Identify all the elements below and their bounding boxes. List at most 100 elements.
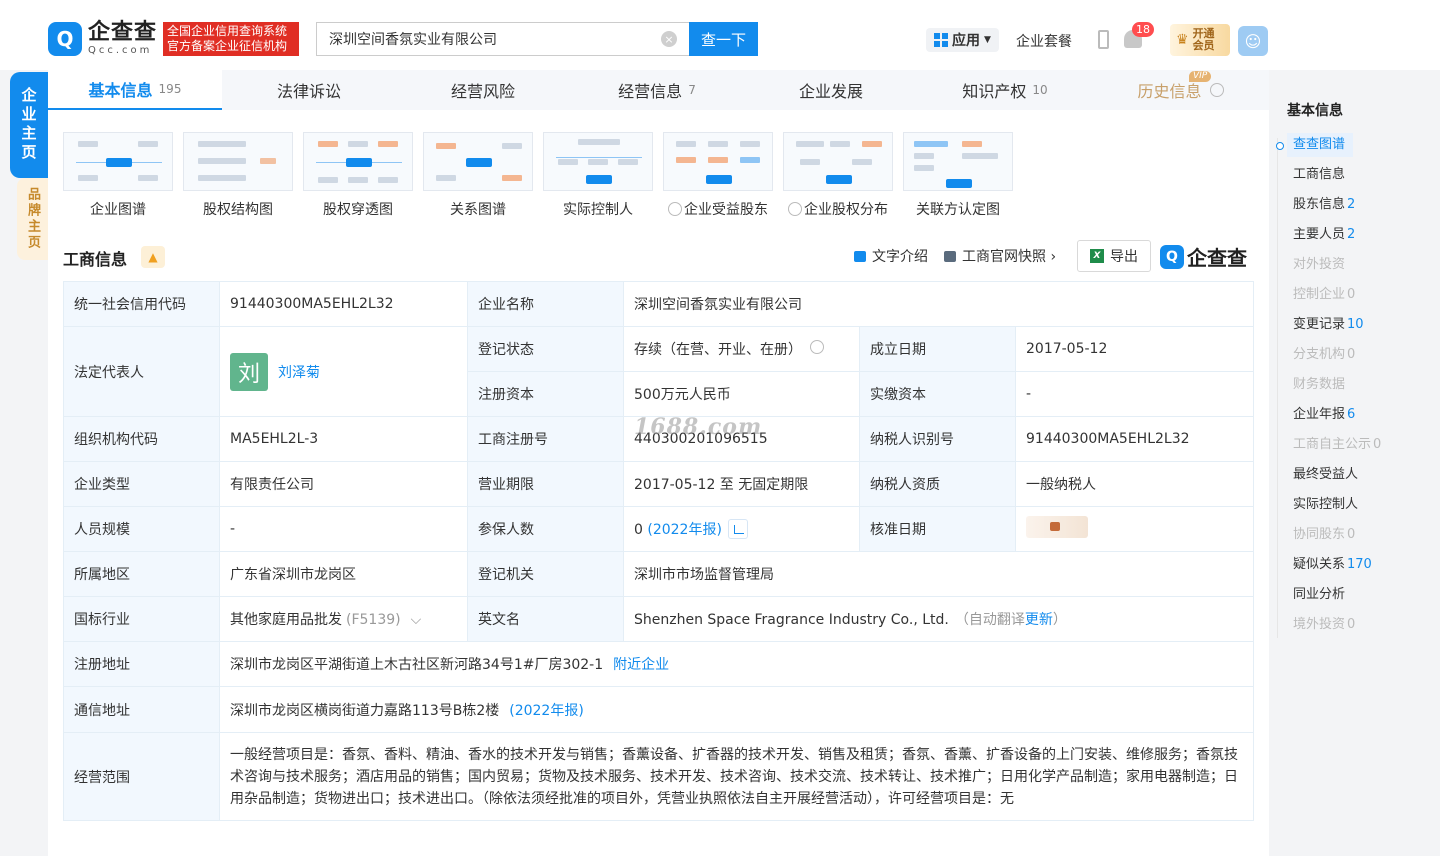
taxpayer-id-value: 91440300MA5EHL2L32 — [1015, 416, 1254, 462]
search-input[interactable]: 深圳空间香氛实业有限公司 × — [316, 22, 689, 56]
legal-rep-link[interactable]: 刘泽菊 — [278, 362, 320, 382]
industry-code: (F5139) — [346, 612, 401, 628]
right-nav-label: 最终受益人 — [1293, 467, 1359, 482]
card-actual-controller[interactable]: 实际控制人 — [543, 132, 653, 219]
card-label: 股权结构图 — [203, 202, 273, 218]
snapshot-button[interactable]: 工商官网快照 › — [944, 246, 1056, 266]
card-equity-penetration[interactable]: 股权穿透图 — [303, 132, 413, 219]
right-nav-item[interactable]: 最终受益人 — [1277, 460, 1427, 490]
graph-thumbnail — [903, 132, 1013, 191]
right-nav-label: 同业分析 — [1293, 587, 1346, 602]
auto-translate-note: （自动翻译 — [954, 612, 1025, 628]
card-equity-structure[interactable]: 股权结构图 — [183, 132, 293, 219]
brand-logo: Q 企查查 — [1160, 242, 1247, 271]
right-nav-count: 0 — [1373, 437, 1382, 452]
graph-thumbnail — [783, 132, 893, 191]
card-label: 实际控制人 — [563, 202, 633, 218]
chevron-down-icon[interactable]: ⌵ — [411, 612, 422, 628]
right-nav-item[interactable]: 控制企业 0 — [1277, 280, 1427, 310]
approve-date-cell — [1015, 506, 1254, 552]
graph-thumbnail — [63, 132, 173, 191]
right-nav-item[interactable]: 工商自主公示 0 — [1277, 430, 1427, 460]
subscribe-bell-icon[interactable]: ▲ — [141, 246, 165, 268]
info-icon[interactable] — [810, 340, 824, 354]
tab-risk[interactable]: 经营风险 — [396, 70, 570, 110]
apps-grid-icon — [934, 33, 948, 47]
right-nav-item[interactable]: 企业年报 6 — [1277, 400, 1427, 430]
right-nav-item[interactable]: 财务数据 — [1277, 370, 1427, 400]
top-bar: Q 企查查 Qcc.com 全国企业信用查询系统 官方备案企业征信机构 深圳空间… — [0, 0, 1440, 70]
card-beneficiary[interactable]: 企业受益股东 — [663, 132, 773, 219]
right-nav-label: 企业年报 — [1293, 407, 1346, 422]
tab-company-home[interactable]: 企业主页 — [10, 72, 48, 178]
crown-icon: ♛ — [1176, 32, 1189, 48]
right-nav-item[interactable]: 同业分析 — [1277, 580, 1427, 610]
company-name-value: 深圳空间香氛实业有限公司 — [623, 281, 1254, 327]
trend-chart-icon[interactable] — [727, 519, 748, 539]
right-nav-count: 2 — [1347, 227, 1356, 242]
insured-report-link[interactable]: (2022年报) — [647, 522, 722, 538]
right-nav-item[interactable]: 分支机构 0 — [1277, 340, 1427, 370]
apps-menu[interactable]: 应用 ▼ — [926, 28, 999, 52]
right-nav-item[interactable]: 股东信息 2 — [1277, 190, 1427, 220]
tab-operation[interactable]: 经营信息 7 — [570, 70, 744, 110]
mail-report-link[interactable]: (2022年报) — [509, 703, 584, 719]
right-nav-item[interactable]: 对外投资 — [1277, 250, 1427, 280]
export-button[interactable]: X 导出 — [1077, 240, 1151, 272]
user-avatar[interactable]: ☺ — [1238, 26, 1268, 56]
right-nav-item[interactable]: 主要人员 2 — [1277, 220, 1427, 250]
taxpayer-id-key: 纳税人识别号 — [859, 416, 1016, 462]
card-relation-graph[interactable]: 关系图谱 — [423, 132, 533, 219]
brand-mark-icon: Q — [1160, 244, 1184, 269]
clear-icon[interactable]: × — [661, 31, 677, 47]
mail-address-cell: 深圳市龙岗区横岗街道力嘉路113号B栋2楼 (2022年报) — [219, 686, 1254, 733]
snapshot-label: 工商官网快照 — [962, 249, 1046, 265]
right-nav-item[interactable]: 境外投资 0 — [1277, 610, 1427, 640]
tab-ip[interactable]: 知识产权 10 — [918, 70, 1092, 110]
legal-rep-cell: 刘 刘泽菊 — [219, 326, 468, 417]
right-nav-item[interactable]: 协同股东 0 — [1277, 520, 1427, 550]
tab-count: 10 — [1032, 83, 1048, 97]
card-label: 企业图谱 — [90, 202, 146, 218]
vip-button[interactable]: ♛ 开通 会员 — [1170, 24, 1230, 56]
right-nav-item[interactable]: 实际控制人 — [1277, 490, 1427, 520]
right-nav-item[interactable]: 工商信息 — [1277, 160, 1427, 190]
paid-capital-value: - — [1015, 371, 1254, 417]
industry-key: 国标行业 — [63, 596, 220, 642]
search-button[interactable]: 查一下 — [689, 22, 758, 56]
update-link[interactable]: 更新 — [1025, 612, 1053, 628]
table-row: 统一社会信用代码 91440300MA5EHL2L32 企业名称 深圳空间香氛实… — [63, 281, 1254, 327]
lock-icon[interactable] — [1026, 516, 1088, 538]
right-nav-label: 主要人员 — [1293, 227, 1346, 242]
right-nav-item[interactable]: 变更记录 10 — [1277, 310, 1427, 340]
watermark: 1688.com — [634, 414, 763, 440]
notification-count: 18 — [1132, 22, 1154, 37]
industry-cell[interactable]: 其他家庭用品批发 (F5139) ⌵ — [219, 596, 468, 642]
tab-label: 法律诉讼 — [276, 82, 341, 101]
logo[interactable]: Q 企查查 Qcc.com 全国企业信用查询系统 官方备案企业征信机构 — [48, 22, 300, 56]
right-nav-item[interactable]: 疑似关系 170 — [1277, 550, 1427, 580]
note-close: ） — [1052, 612, 1067, 628]
tab-history[interactable]: 历史信息 — [1092, 70, 1269, 110]
tab-legal[interactable]: 法律诉讼 — [222, 70, 396, 110]
right-nav-item[interactable]: 查查图谱 — [1276, 130, 1427, 160]
tab-label: 企业发展 — [798, 82, 863, 101]
tab-development[interactable]: 企业发展 — [744, 70, 918, 110]
suite-link[interactable]: 企业套餐 — [1016, 31, 1072, 51]
tab-basic-info[interactable]: 基本信息 195 — [48, 70, 222, 110]
tab-brand-home[interactable]: 品牌主页 — [17, 178, 48, 260]
right-nav-list: 查查图谱 工商信息 股东信息 2 主要人员 2 对外投资 控制企业 0 变更记录 10 分支机构 0 财务… — [1276, 130, 1427, 640]
right-nav-label: 控制企业 — [1293, 287, 1346, 302]
card-related-party[interactable]: 关联方认定图 — [903, 132, 1013, 219]
card-equity-distribution[interactable]: 企业股权分布 — [783, 132, 893, 219]
card-enterprise-graph[interactable]: 企业图谱 — [63, 132, 173, 219]
search-value: 深圳空间香氛实业有限公司 — [329, 32, 497, 48]
card-label: 股权穿透图 — [323, 202, 393, 218]
region-value: 广东省深圳市龙岗区 — [219, 551, 468, 597]
card-label: 企业受益股东 — [663, 199, 773, 219]
right-nav-count: 6 — [1347, 407, 1356, 422]
mobile-icon[interactable] — [1098, 30, 1109, 49]
nearby-companies-link[interactable]: 附近企业 — [613, 657, 669, 673]
tab-bar: 基本信息 195 法律诉讼 经营风险 经营信息 7 企业发展 知识产权 10 历史信息… — [48, 70, 1269, 110]
text-intro-button[interactable]: 文字介绍 — [854, 246, 928, 266]
